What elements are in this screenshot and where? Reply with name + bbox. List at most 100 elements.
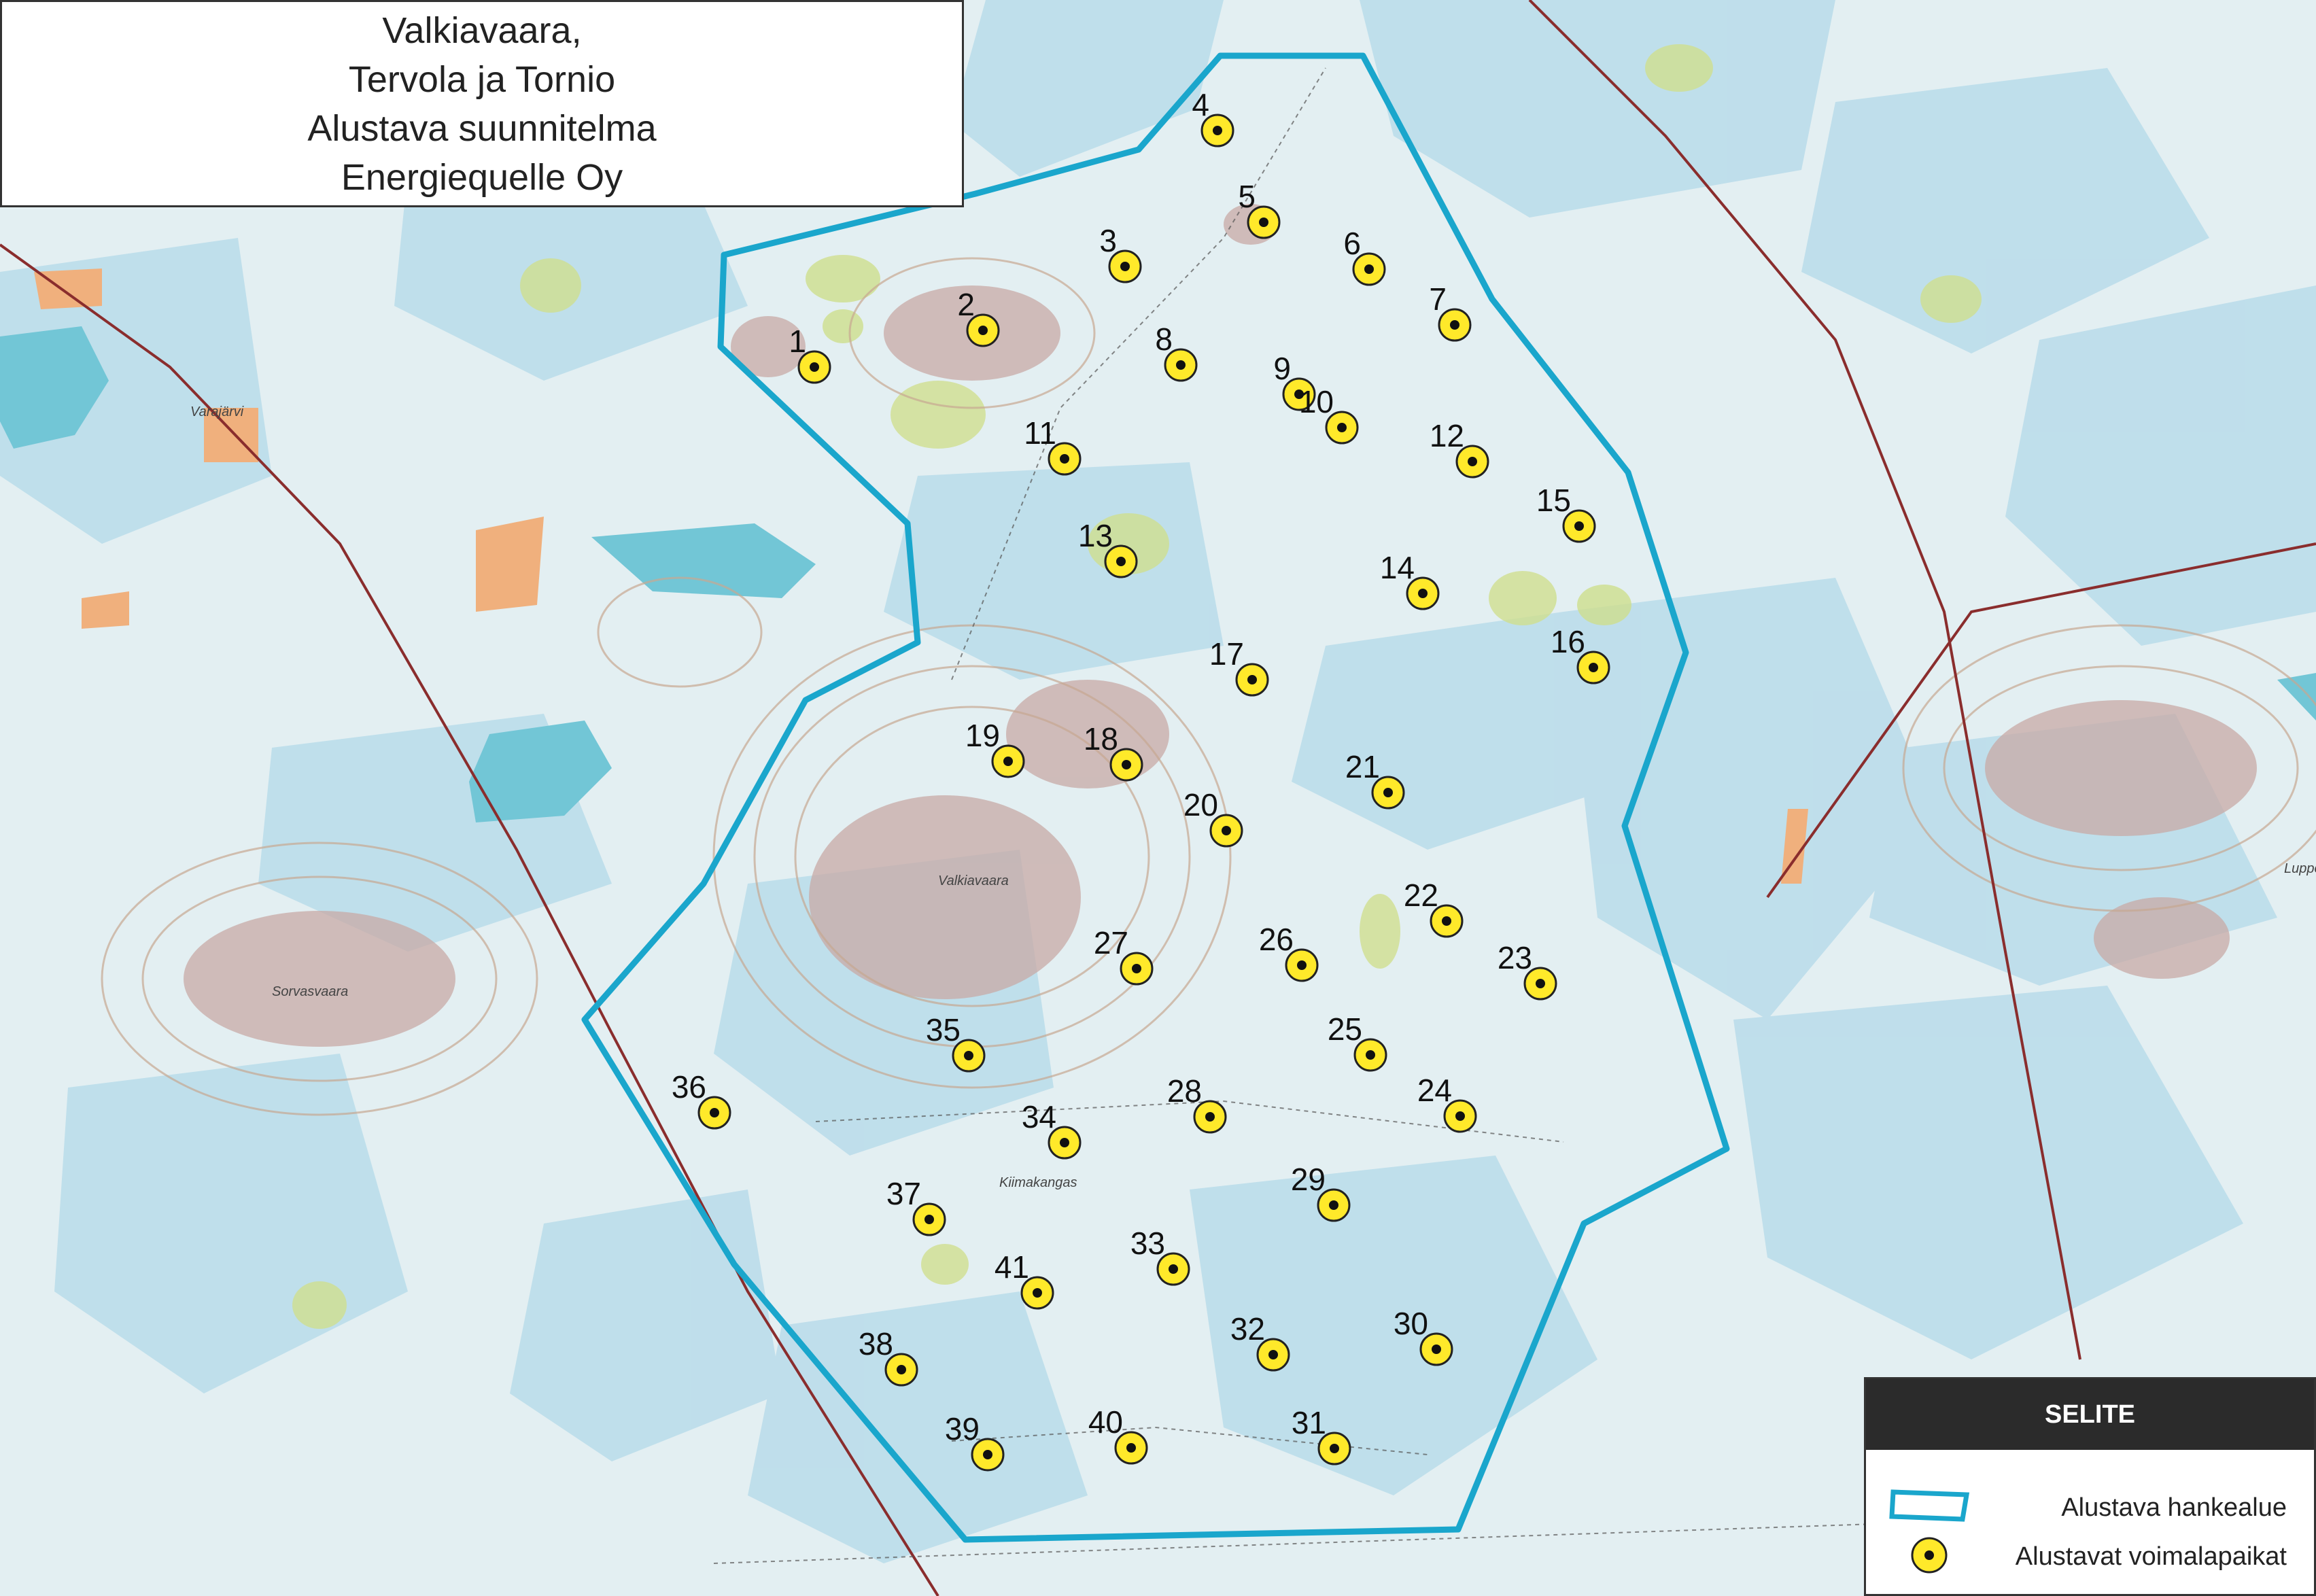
turbine-dot bbox=[978, 326, 988, 335]
turbine-dot bbox=[1450, 320, 1459, 330]
turbine-dot bbox=[1176, 360, 1186, 370]
area-outline-icon bbox=[1889, 1489, 1970, 1522]
title-line-4: Energiequelle Oy bbox=[341, 156, 623, 198]
turbine-label: 6 bbox=[1343, 226, 1361, 261]
turbine-label: 33 bbox=[1130, 1226, 1165, 1261]
turbine-dot bbox=[1122, 760, 1131, 769]
turbine-dot bbox=[1329, 1200, 1338, 1210]
turbine-label: 29 bbox=[1291, 1162, 1326, 1197]
turbine-label: 10 bbox=[1299, 384, 1334, 419]
turbine-label: 11 bbox=[1024, 415, 1056, 451]
turbine-dot bbox=[1060, 1138, 1069, 1147]
turbine-label: 28 bbox=[1167, 1073, 1202, 1109]
turbine-label: 35 bbox=[926, 1012, 961, 1047]
turbine-label: 38 bbox=[859, 1326, 893, 1361]
turbine-dot bbox=[1337, 423, 1347, 432]
turbine-label: 3 bbox=[1099, 223, 1117, 258]
turbine-label: 25 bbox=[1328, 1011, 1362, 1047]
turbine-label: 23 bbox=[1498, 940, 1532, 975]
turbine-dot bbox=[1247, 675, 1257, 684]
turbine-dot bbox=[1383, 788, 1393, 797]
turbine-dot bbox=[897, 1365, 906, 1374]
turbine-label: 15 bbox=[1536, 483, 1571, 518]
title-line-3: Alustava suunnitelma bbox=[307, 107, 657, 149]
turbine-dot bbox=[1536, 979, 1545, 988]
turbine-dot bbox=[1268, 1350, 1278, 1359]
turbine-dot bbox=[710, 1108, 719, 1117]
turbine-label: 22 bbox=[1404, 878, 1438, 913]
turbine-dot bbox=[1364, 264, 1374, 274]
turbine-dot bbox=[1205, 1112, 1215, 1122]
turbine-dot bbox=[964, 1051, 973, 1060]
turbine-label: 26 bbox=[1259, 922, 1294, 957]
turbine-label: 41 bbox=[995, 1249, 1029, 1285]
legend-header: SELITE bbox=[1866, 1379, 2314, 1450]
turbine-dot bbox=[1060, 454, 1069, 464]
legend-label-area: Alustava hankealue bbox=[2061, 1493, 2287, 1522]
legend-row-area: Alustava hankealue bbox=[1866, 1481, 2314, 1536]
turbine-label: 21 bbox=[1345, 749, 1380, 784]
turbine-label: 16 bbox=[1551, 624, 1585, 659]
place-label-valkiavaara: Valkiavaara bbox=[938, 873, 1009, 888]
place-label-luppova: Luppova bbox=[2284, 861, 2316, 876]
turbine-dot bbox=[1213, 126, 1222, 135]
turbine-dot bbox=[924, 1215, 934, 1224]
turbine-label: 36 bbox=[672, 1069, 706, 1105]
turbine-label: 9 bbox=[1273, 351, 1291, 386]
turbine-dot bbox=[1116, 557, 1126, 566]
turbine-label: 40 bbox=[1088, 1404, 1123, 1440]
turbine-label: 2 bbox=[957, 287, 975, 322]
turbine-label: 4 bbox=[1192, 87, 1209, 122]
turbine-dot bbox=[1126, 1443, 1136, 1453]
turbine-dot bbox=[1418, 589, 1428, 598]
turbine-dot bbox=[1297, 960, 1307, 970]
title-line-1: Valkiavaara, bbox=[382, 10, 582, 51]
turbine-dot bbox=[1120, 262, 1130, 271]
turbine-label: 13 bbox=[1078, 518, 1113, 553]
turbine-label: 14 bbox=[1380, 550, 1415, 585]
turbine-dot bbox=[1455, 1111, 1465, 1121]
turbine-label: 24 bbox=[1417, 1073, 1452, 1108]
turbine-marker-icon bbox=[1911, 1537, 1948, 1574]
turbine-dot bbox=[1222, 826, 1231, 835]
place-label-sorvasvaara: Sorvasvaara bbox=[272, 984, 348, 999]
title-line-2: Tervola ja Tornio bbox=[348, 58, 616, 100]
turbine-label: 39 bbox=[945, 1411, 980, 1446]
turbine-dot bbox=[810, 362, 819, 372]
legend-label-turbine: Alustavat voimalapaikat bbox=[2015, 1542, 2287, 1571]
turbine-label: 20 bbox=[1183, 787, 1218, 822]
turbine-dot bbox=[1003, 757, 1013, 766]
turbine-label: 19 bbox=[965, 718, 1000, 753]
turbine-label: 34 bbox=[1022, 1099, 1056, 1134]
turbine-label: 5 bbox=[1238, 179, 1256, 214]
turbine-dot bbox=[983, 1450, 992, 1459]
turbine-dot bbox=[1366, 1050, 1375, 1060]
turbine-label: 1 bbox=[789, 324, 806, 359]
turbine-label: 7 bbox=[1429, 281, 1447, 317]
legend: SELITE Alustava hankealue Alustavat voim… bbox=[1864, 1377, 2316, 1596]
turbine-label: 30 bbox=[1394, 1306, 1428, 1341]
map-canvas: Varajärvi Valkiavaara Sorvasvaara Kiimak… bbox=[0, 0, 2316, 1596]
turbine-dot bbox=[1574, 521, 1584, 531]
turbine-dot bbox=[1589, 663, 1598, 672]
turbine-dot bbox=[1169, 1264, 1178, 1274]
turbine-dot bbox=[1033, 1288, 1042, 1298]
turbine-dot bbox=[1259, 218, 1268, 227]
place-label-varajarvi: Varajärvi bbox=[190, 404, 244, 419]
turbine-label: 18 bbox=[1084, 721, 1118, 757]
turbine-label: 32 bbox=[1230, 1311, 1265, 1347]
turbine-dot bbox=[1442, 916, 1451, 926]
turbine-dot bbox=[1468, 457, 1477, 466]
place-label-kiimakangas: Kiimakangas bbox=[999, 1175, 1077, 1190]
turbine-label: 31 bbox=[1292, 1405, 1326, 1440]
turbine-dot bbox=[1432, 1345, 1441, 1354]
turbine-label: 37 bbox=[886, 1176, 921, 1211]
title-box: Valkiavaara, Tervola ja Tornio Alustava … bbox=[0, 0, 964, 207]
turbine-label: 8 bbox=[1155, 322, 1173, 357]
turbine-label: 17 bbox=[1209, 636, 1244, 672]
turbine-label: 27 bbox=[1094, 925, 1128, 960]
turbine-dot bbox=[1330, 1444, 1339, 1453]
turbine-label: 12 bbox=[1430, 418, 1464, 453]
legend-row-turbine: Alustavat voimalapaikat bbox=[1866, 1530, 2314, 1584]
turbine-dot bbox=[1132, 964, 1141, 973]
